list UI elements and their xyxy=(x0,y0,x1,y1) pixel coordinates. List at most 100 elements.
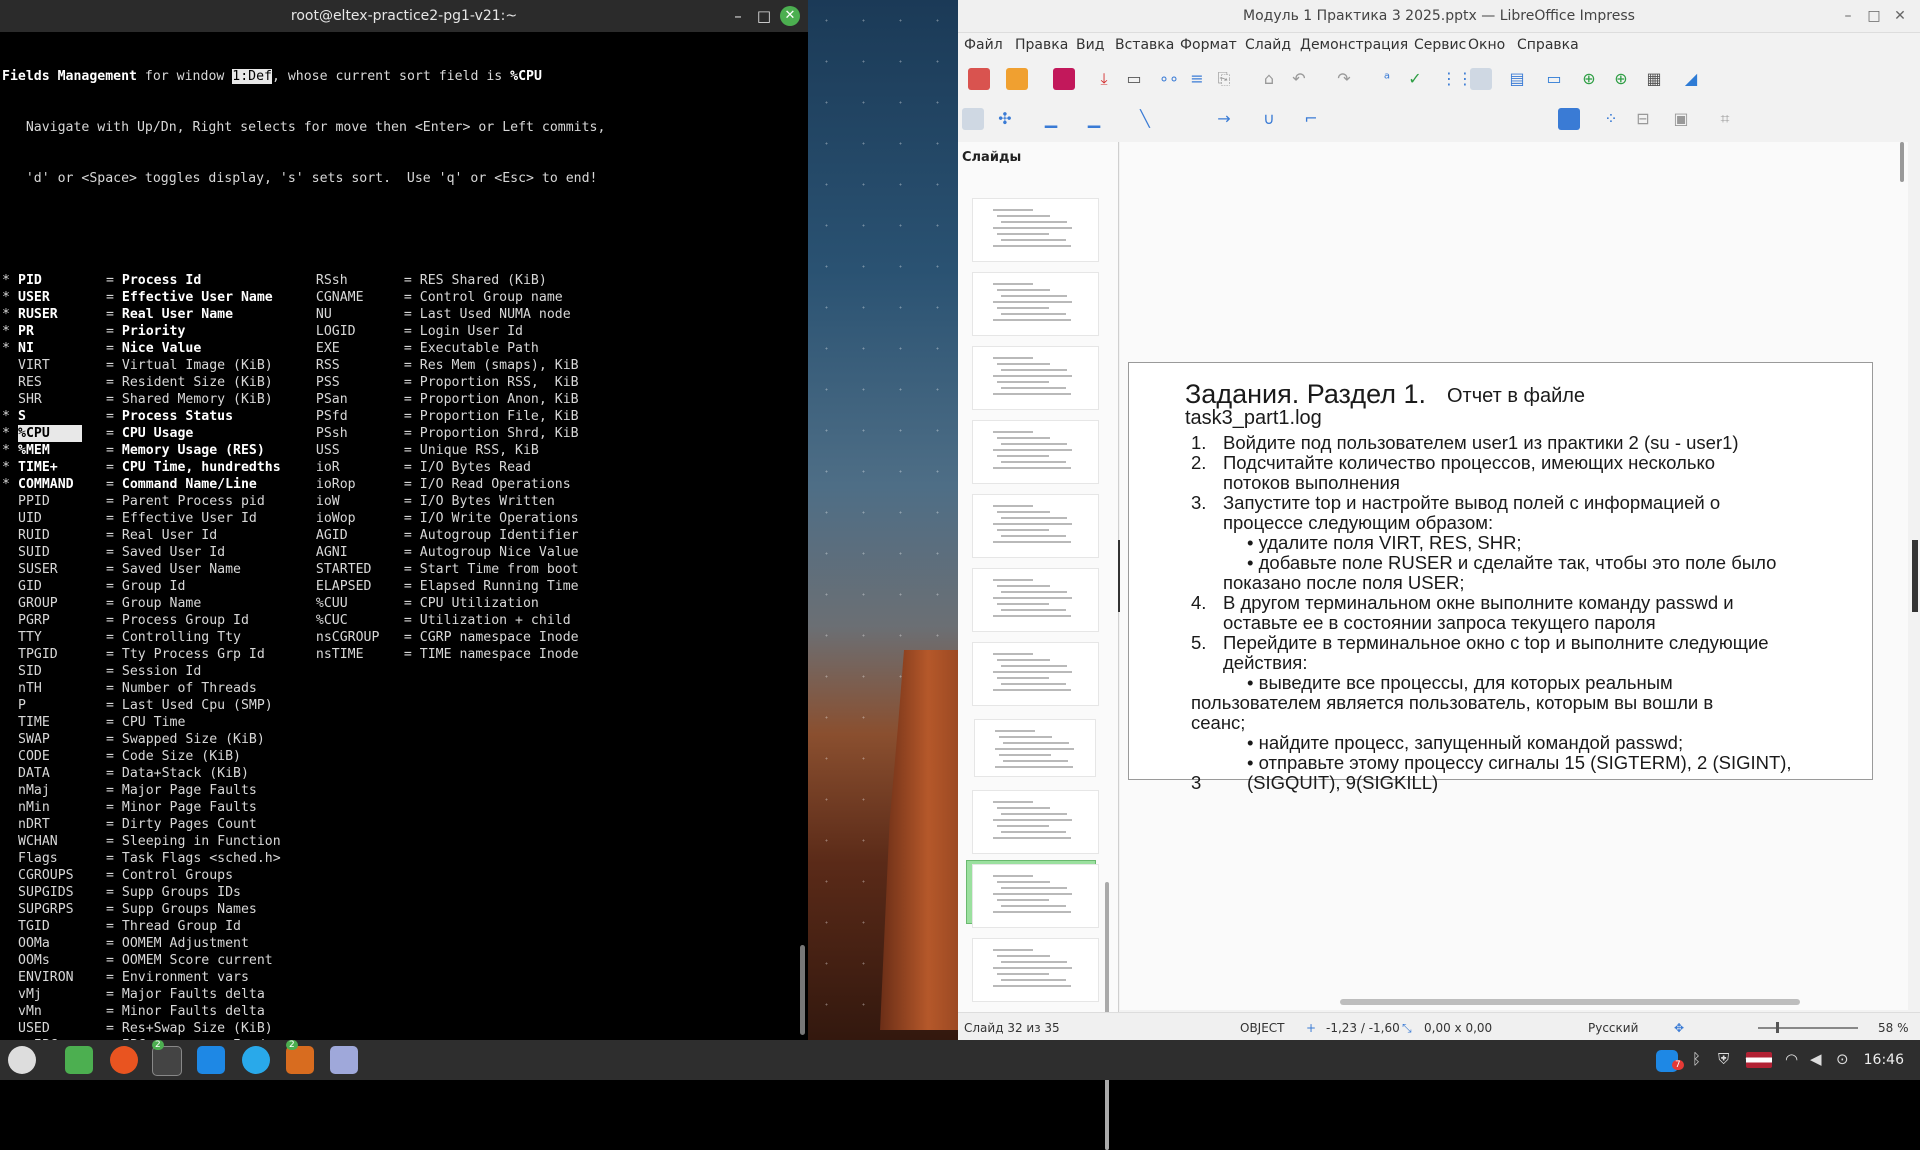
menu-help[interactable]: Справка xyxy=(1517,37,1579,53)
field-row[interactable]: DATA = Data+Stack (KiB) xyxy=(2,765,792,782)
export-pdf-icon[interactable]: ⤓ xyxy=(1093,68,1115,90)
field-row[interactable]: nMin = Minor Page Faults xyxy=(2,799,792,816)
field-row[interactable]: vMn = Minor Faults delta xyxy=(2,1003,792,1020)
slide-thumbnail[interactable] xyxy=(972,642,1099,706)
connector-icon[interactable]: ⌐ xyxy=(1300,108,1322,130)
arrow-icon[interactable]: → xyxy=(1213,108,1235,130)
collapse-right-handle[interactable] xyxy=(1912,540,1918,612)
field-row[interactable]: RUID = Real User Id AGID = Autogroup Identi… xyxy=(2,527,792,544)
field-row[interactable]: * PR = Priority LOGID = Login User Id xyxy=(2,323,792,340)
field-row[interactable]: OOMa = OOMEM Adjustment xyxy=(2,935,792,952)
field-row[interactable]: SID = Session Id xyxy=(2,663,792,680)
autospell-icon[interactable]: ᵃ xyxy=(1376,68,1398,90)
field-row[interactable]: VIRT = Virtual Image (KiB) RSS = Res Mem (s… xyxy=(2,357,792,374)
slide-thumbnail[interactable] xyxy=(972,420,1099,484)
bluetooth-icon[interactable]: ᛒ xyxy=(1692,1050,1701,1068)
align-icon[interactable]: ⊟ xyxy=(1632,108,1654,130)
minimize-icon[interactable]: – xyxy=(728,6,748,26)
field-row[interactable]: RES = Resident Size (KiB) PSS = Proportion … xyxy=(2,374,792,391)
new-icon[interactable] xyxy=(968,68,990,90)
field-row[interactable]: * NI = Nice Value EXE = Executable Path xyxy=(2,340,792,357)
field-row[interactable]: SUPGRPS = Supp Groups Names xyxy=(2,901,792,918)
terminal-app-icon[interactable] xyxy=(152,1046,182,1076)
field-row[interactable]: CODE = Code Size (KiB) xyxy=(2,748,792,765)
field-row[interactable]: * USER = Effective User Name CGNAME = Contro… xyxy=(2,289,792,306)
field-row[interactable]: nTH = Number of Threads xyxy=(2,680,792,697)
files-icon[interactable] xyxy=(65,1046,93,1074)
helplines-icon[interactable]: ▤ xyxy=(1506,68,1528,90)
check-icon[interactable]: ✓ xyxy=(1404,68,1426,90)
slide-layout-icon[interactable]: ▭ xyxy=(1543,68,1565,90)
field-row[interactable]: SHR = Shared Memory (KiB) PSan = Proportion… xyxy=(2,391,792,408)
field-row[interactable]: WCHAN = Sleeping in Function xyxy=(2,833,792,850)
slide-thumbnail[interactable] xyxy=(972,864,1099,928)
wifi-icon[interactable]: ◠ xyxy=(1785,1050,1798,1068)
field-row[interactable]: GROUP = Group Name %CUU = CPU Utilization xyxy=(2,595,792,612)
horizontal-scrollbar[interactable] xyxy=(1340,999,1800,1005)
redo-icon[interactable]: ↷ xyxy=(1333,68,1355,90)
menu-edit[interactable]: Правка xyxy=(1015,37,1068,53)
fit-slide-icon[interactable]: ✥ xyxy=(1674,1021,1684,1035)
field-row[interactable]: * COMMAND = Command Name/Line ioRop = I/O Re… xyxy=(2,476,792,493)
points-icon[interactable]: ⁘ xyxy=(1600,108,1622,130)
slide-text-box[interactable]: Задания. Раздел 1. Отчет в файле task3_p… xyxy=(1129,363,1872,793)
field-row[interactable]: nMaj = Major Page Faults xyxy=(2,782,792,799)
slide[interactable]: Задания. Раздел 1. Отчет в файле task3_p… xyxy=(1128,362,1873,793)
menu-slide[interactable]: Слайд xyxy=(1245,37,1291,53)
field-row[interactable]: TGID = Thread Group Id xyxy=(2,918,792,935)
spelling-icon[interactable]: ≡ xyxy=(1186,68,1208,90)
slide-thumbnail[interactable] xyxy=(972,346,1099,410)
field-row[interactable]: SWAP = Swapped Size (KiB) xyxy=(2,731,792,748)
close-icon[interactable]: ✕ xyxy=(1890,6,1910,26)
menu-insert[interactable]: Вставка xyxy=(1115,37,1174,53)
field-row[interactable]: * PID = Process Id RSsh = RES Shared (KiB) xyxy=(2,272,792,289)
basic-shapes-icon[interactable] xyxy=(1558,108,1580,130)
menu-file[interactable]: Файл xyxy=(964,37,1003,53)
impress-titlebar[interactable]: Модуль 1 Практика 3 2025.pptx — LibreOff… xyxy=(958,0,1920,33)
field-row[interactable]: * S = Process Status PSfd = Proportion File,… xyxy=(2,408,792,425)
field-list[interactable]: * PID = Process Id RSsh = RES Shared (KiB) * U… xyxy=(2,272,792,1040)
line-color-icon[interactable]: ▁ xyxy=(1040,108,1062,130)
slide-thumbnail[interactable] xyxy=(972,938,1099,1002)
impress-window[interactable]: Модуль 1 Практика 3 2025.pptx — LibreOff… xyxy=(958,0,1920,1150)
zoom-level[interactable]: 58 % xyxy=(1878,1021,1909,1035)
open-icon[interactable] xyxy=(1006,68,1028,90)
field-row[interactable]: GID = Group Id ELAPSED = Elapsed Running Ti… xyxy=(2,578,792,595)
close-icon[interactable]: ✕ xyxy=(780,6,800,26)
crop-icon[interactable]: ⌗ xyxy=(1714,108,1736,130)
field-row[interactable]: PPID = Parent Process pid ioW = I/O Bytes W… xyxy=(2,493,792,510)
find-icon[interactable]: ∘∘ xyxy=(1158,68,1180,90)
print-icon[interactable]: ▭ xyxy=(1123,68,1145,90)
menu-window[interactable]: Окно xyxy=(1468,37,1505,53)
impress-app-icon[interactable] xyxy=(286,1046,314,1074)
minimize-icon[interactable]: – xyxy=(1838,6,1858,26)
field-row[interactable]: PGRP = Process Group Id %CUC = Utilization … xyxy=(2,612,792,629)
field-row[interactable]: * %CPU = CPU Usage PSsh = Proportion Shrd, K… xyxy=(2,425,792,442)
field-row[interactable]: OOMs = OOMEM Score current xyxy=(2,952,792,969)
field-row[interactable]: CGROUPS = Control Groups xyxy=(2,867,792,884)
maximize-icon[interactable]: □ xyxy=(754,6,774,26)
slide-thumbnail[interactable] xyxy=(974,719,1096,777)
terminal-titlebar[interactable]: root@eltex-practice2-pg1-v21:~ – □ ✕ xyxy=(0,0,808,32)
text-editor-icon[interactable] xyxy=(330,1046,358,1074)
field-row[interactable]: * TIME+ = CPU Time, hundredths ioR = I/O Byt… xyxy=(2,459,792,476)
menu-slideshow[interactable]: Демонстрация xyxy=(1300,37,1408,53)
terminal-window[interactable]: root@eltex-practice2-pg1-v21:~ – □ ✕ Fie… xyxy=(0,0,808,1040)
grid-icon[interactable]: ⋮⋮ xyxy=(1441,68,1473,90)
field-row[interactable]: * RUSER = Real User Name NU = Last Used NUMA… xyxy=(2,306,792,323)
terminal-content[interactable]: Fields Management for window 1:Def, whos… xyxy=(2,34,792,1040)
firefox-icon[interactable] xyxy=(110,1046,138,1074)
volume-icon[interactable]: ◀ xyxy=(1810,1050,1822,1068)
zoom-slider-knob[interactable] xyxy=(1776,1022,1779,1033)
new-slide-icon[interactable]: ⊕ xyxy=(1578,68,1600,90)
save-icon[interactable] xyxy=(1053,68,1075,90)
field-row[interactable]: SUPGIDS = Supp Groups IDs xyxy=(2,884,792,901)
fill-color-icon[interactable]: ▁ xyxy=(1083,108,1105,130)
field-row[interactable]: UID = Effective User Id ioWop = I/O Write O… xyxy=(2,510,792,527)
field-row[interactable]: nDRT = Dirty Pages Count xyxy=(2,816,792,833)
field-row[interactable]: TTY = Controlling Tty nsCGROUP = CGRP names… xyxy=(2,629,792,646)
slide-thumbnail[interactable] xyxy=(972,198,1099,262)
chart-icon[interactable]: ◢ xyxy=(1680,68,1702,90)
telegram-icon[interactable] xyxy=(242,1046,270,1074)
slide-thumbnail[interactable] xyxy=(972,494,1099,558)
